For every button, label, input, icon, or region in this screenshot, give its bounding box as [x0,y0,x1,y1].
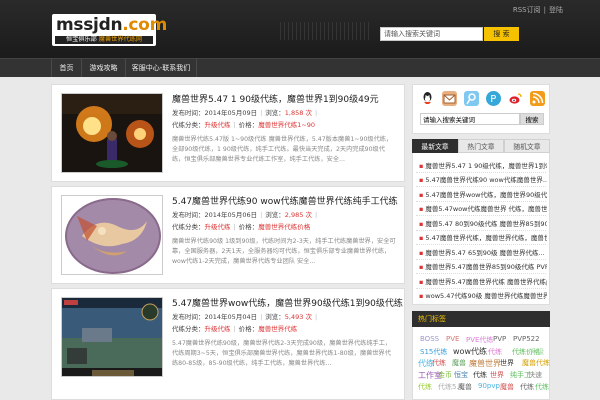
pinterest-icon[interactable]: P [486,91,501,106]
tag-link[interactable]: 世界 [500,358,514,368]
tencent-weibo-icon[interactable] [464,91,479,106]
nav-item-home[interactable]: 首页 [51,59,81,77]
post-title[interactable]: 魔兽世界5.47 1 90级代练，魔兽世界1到90级49元 [172,92,379,105]
sidebar-search-input[interactable] [420,113,520,125]
post-excerpt: 魔兽世界代练90级 1级到90级，代练时间为2-3天，纯手工代练魔兽世界，安全可… [172,238,396,265]
site-logo[interactable]: mssjdn.com 恒宝俱乐部 魔兽世界代练网 [52,14,167,46]
game-screenshot-image [62,94,162,172]
qq-icon[interactable] [420,91,435,106]
tag-link[interactable]: 代练 [418,382,432,392]
tag-link[interactable]: 魔兽 [452,358,466,368]
sina-weibo-icon[interactable] [508,91,523,106]
logo-tagline: 恒宝俱乐部 魔兽世界代练网 [55,36,153,44]
tag-link[interactable]: PVE代练 [466,335,493,345]
tab-popular[interactable]: 热门文章 [458,139,504,153]
tag-link[interactable]: 魔兽世界 [469,358,501,369]
post-card: 5.47魔兽世界wow代练，魔兽世界90级代练1到90级代练 发布时间：2014… [51,288,405,400]
tag-cloud-title: 热门标签 [412,311,550,327]
search-input[interactable] [380,27,483,41]
post-thumbnail[interactable] [61,93,163,173]
main-nav: 首页 游戏攻略 客服中心-联系我们 [0,58,600,77]
tag-link[interactable]: PVP [493,335,506,343]
post-thumbnail[interactable] [61,195,163,275]
post-meta: 发布时间：2014年05月06日 | 浏览：2,985 次 | [172,211,318,219]
mail-icon[interactable] [442,91,457,106]
tag-link[interactable]: 代练 [488,347,502,357]
post-meta-category: 代练分类：升级代练 | 价格：魔兽世界代练1~90 [172,121,316,129]
list-item[interactable]: 魔兽世界5.47 65到90级 魔兽世界代练... [419,247,547,257]
tag-link[interactable]: S15代练 [420,347,447,357]
tag-link[interactable]: 金币 [438,370,452,380]
post-excerpt: 5.47魔兽世界代练90级，魔兽世界代练2-3天完成90级，魔兽世界代练纯手工，… [172,340,392,367]
header-search: 搜 索 [380,27,519,41]
rss-icon[interactable] [530,91,545,106]
site-header: mssjdn.com 恒宝俱乐部 魔兽世界代练网 RSS订阅|登陆 搜 索 [0,0,600,58]
top-links: RSS订阅 | 登陆 [510,5,566,15]
tag-link[interactable]: 世界 [490,370,504,380]
tab-random[interactable]: 随机文章 [504,139,550,153]
list-item[interactable]: 5.47魔兽世界代练90 wow代练魔兽世界... [419,174,547,184]
tag-link[interactable]: 魔兽 [458,382,472,392]
list-item[interactable]: 魔兽5.47wow代练魔兽世界 代练，魔兽世界85... [419,203,547,213]
sidebar-search-button[interactable]: 搜索 [520,113,544,125]
tag-link[interactable]: PVP522 [513,335,540,343]
post-thumbnail[interactable] [61,297,163,377]
post-card: 魔兽世界5.47 1 90级代练，魔兽世界1到90级49元 发布时间：2014年… [51,84,405,182]
game-screenshot-image [62,196,162,274]
tag-link[interactable]: 代练 [520,382,534,392]
list-item[interactable]: 魔兽5.47 80到90级代练 魔兽世界85到90级... [419,218,547,228]
post-category-link[interactable]: 升级代练 [205,325,231,333]
tag-link[interactable]: 魔兽代练 [522,358,550,368]
post-card: 5.47魔兽世界代练90 wow代练魔兽世界代练纯手工代练 发布时间：2014年… [51,186,405,284]
tag-link[interactable]: PVE [446,335,459,343]
logo-text: mssjdn.com [56,15,167,35]
tag-link[interactable]: 恒宝 [454,370,468,380]
tag-link[interactable]: 代练 [473,370,487,380]
post-title[interactable]: 5.47魔兽世界wow代练，魔兽世界90级代练1到90级代练 [172,296,403,309]
tag-link[interactable]: 升级 [530,347,544,357]
social-links: P [420,91,545,107]
login-link[interactable]: 登陆 [546,6,566,14]
nav-item-contact[interactable]: 客服中心-联系我们 [125,59,197,77]
list-item[interactable]: 5.47魔兽世界wow代练，魔兽世界90级代练1到... [419,189,547,199]
tag-link[interactable]: 90pvp [478,382,500,390]
list-item[interactable]: wow5.47代练90级 魔兽世界代练魔兽世界... [419,290,547,300]
tag-link[interactable]: BOSS [420,335,439,343]
svg-text:P: P [490,94,496,105]
tab-recent[interactable]: 最新文章 [412,139,458,153]
nav-item-guides[interactable]: 游戏攻略 [81,59,125,77]
list-item[interactable]: 5.47魔兽世界代练，魔兽世界代练，魔兽世界代练... [419,232,547,242]
post-meta-category: 代练分类：升级代练 | 价格：魔兽世界代练价格 [172,223,311,231]
tag-link[interactable]: 代练 [535,382,549,392]
tag-link[interactable]: wow代练 [453,346,487,357]
post-category-link[interactable]: 升级代练 [205,121,231,129]
tag-link[interactable]: 魔兽 [500,382,514,392]
list-item[interactable]: 魔兽世界5.47魔兽世界代练 魔兽世界代练pvp... [419,276,547,286]
post-category-link[interactable]: 升级代练 [205,223,231,231]
post-meta: 发布时间：2014年05月09日 | 浏览：1,858 次 | [172,109,318,117]
header-decoration [280,22,370,40]
post-meta-category: 代练分类：升级代练 | 价格：魔兽世界代练 [172,325,298,333]
search-button[interactable]: 搜 索 [484,27,519,41]
tag-link[interactable]: 快速 [528,370,542,380]
post-excerpt: 魔兽世界代练5.47版 1~90级代练 魔兽世界代练，5.47版本魔兽1~90级… [172,136,393,163]
list-item[interactable]: 魔兽世界5.47 1 90级代练，魔兽世界1到90... [419,160,547,170]
post-title[interactable]: 5.47魔兽世界代练90 wow代练魔兽世界代练纯手工代练 [172,194,398,207]
rss-link[interactable]: RSS订阅 [510,6,544,14]
game-screenshot-image [62,298,162,376]
post-meta: 发布时间：2014年05月04日 | 浏览：5,493 次 | [172,313,318,321]
tag-link[interactable]: 代练 [432,358,446,368]
list-item[interactable]: 魔兽世界5.47魔兽世界85到90级代练 PVP5... [419,261,547,271]
article-tabs: 最新文章 热门文章 随机文章 [412,139,550,153]
